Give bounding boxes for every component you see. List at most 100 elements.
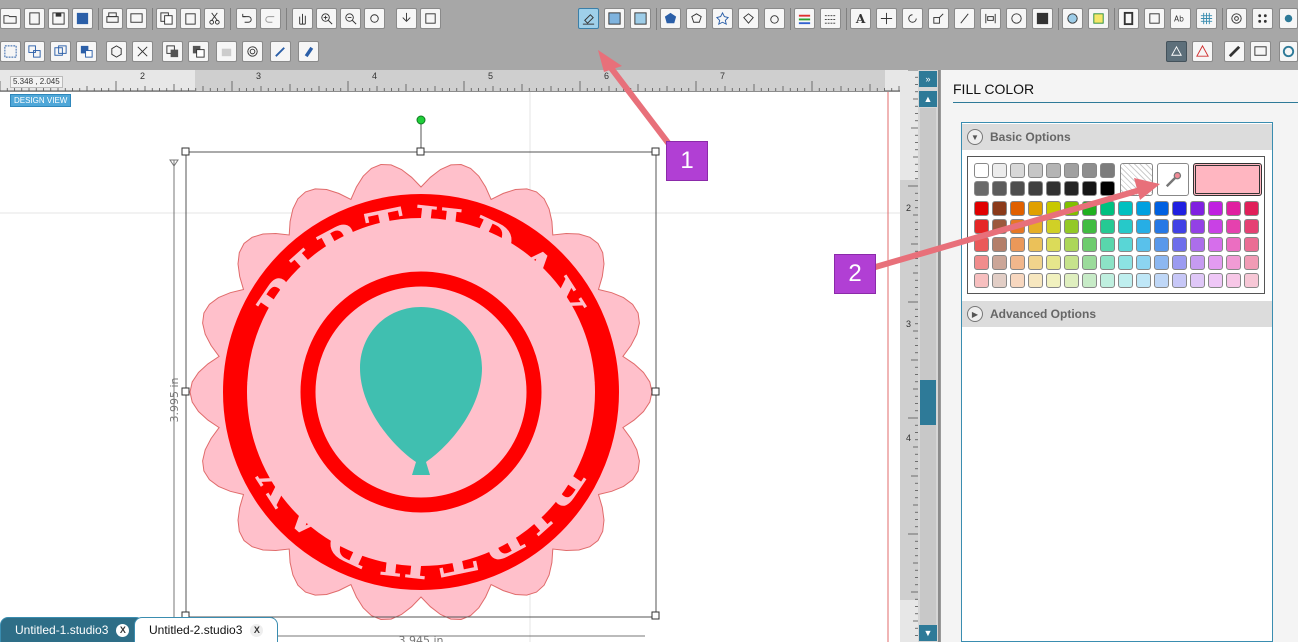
color-swatch[interactable] — [1172, 201, 1187, 216]
color-swatch[interactable] — [1064, 237, 1079, 252]
align-icon[interactable] — [980, 8, 1001, 29]
color-swatch[interactable] — [1226, 273, 1241, 288]
color-swatch[interactable] — [1028, 219, 1043, 234]
dots-icon[interactable] — [1252, 8, 1273, 29]
color-swatch[interactable] — [1154, 273, 1169, 288]
line-color-icon[interactable] — [794, 8, 815, 29]
tab-untitled-2[interactable]: Untitled-2.studio3 X — [134, 617, 279, 642]
color-swatch[interactable] — [1244, 219, 1259, 234]
open-icon[interactable] — [0, 8, 21, 29]
zoom-in-icon[interactable] — [316, 8, 337, 29]
color-swatch[interactable] — [1118, 219, 1133, 234]
color-swatch[interactable] — [974, 219, 989, 234]
color-swatch[interactable] — [1028, 237, 1043, 252]
weld-icon[interactable] — [106, 41, 127, 62]
advanced-options-header[interactable]: ▶ Advanced Options — [962, 301, 1272, 327]
color-swatch[interactable] — [1010, 237, 1025, 252]
color-swatch[interactable] — [1172, 237, 1187, 252]
zoom-selected-icon[interactable] — [364, 8, 385, 29]
save-to-library-icon[interactable] — [72, 8, 93, 29]
rotate-icon[interactable] — [902, 8, 923, 29]
color-swatch[interactable] — [1190, 255, 1205, 270]
color-swatch[interactable] — [1028, 255, 1043, 270]
design-store-icon[interactable] — [1088, 8, 1109, 29]
color-swatch[interactable] — [1136, 237, 1151, 252]
design-canvas[interactable]: DESIGN VIEW BIRTHDAY BIRTHDAY 3.995 in 3… — [0, 92, 900, 642]
cut-icon[interactable] — [204, 8, 225, 29]
new-document-icon[interactable] — [24, 8, 45, 29]
color-swatch[interactable] — [992, 163, 1007, 178]
release-compound-path-icon[interactable] — [76, 41, 97, 62]
color-swatch[interactable] — [1046, 163, 1061, 178]
color-swatch[interactable] — [1100, 273, 1115, 288]
redo-icon[interactable] — [260, 8, 281, 29]
color-swatch[interactable] — [1226, 255, 1241, 270]
color-swatch[interactable] — [1208, 273, 1223, 288]
library-icon[interactable] — [1062, 8, 1083, 29]
scroll-thumb[interactable] — [920, 380, 936, 425]
print-icon[interactable] — [102, 8, 123, 29]
color-swatch[interactable] — [1064, 181, 1079, 196]
color-swatch[interactable] — [1064, 219, 1079, 234]
color-swatch[interactable] — [1064, 255, 1079, 270]
zoom-fit-icon[interactable] — [396, 8, 417, 29]
fill-gradient-icon[interactable] — [604, 8, 625, 29]
color-swatch[interactable] — [1082, 201, 1097, 216]
color-swatch[interactable] — [1046, 255, 1061, 270]
color-swatch[interactable] — [1064, 163, 1079, 178]
text-style-icon[interactable]: A — [850, 8, 871, 29]
color-swatch[interactable] — [1010, 181, 1025, 196]
color-swatch[interactable] — [1118, 237, 1133, 252]
color-swatch[interactable] — [1154, 237, 1169, 252]
zoom-page-icon[interactable] — [420, 8, 441, 29]
color-swatch[interactable] — [1100, 237, 1115, 252]
color-swatch[interactable] — [1046, 201, 1061, 216]
color-swatch[interactable] — [992, 255, 1007, 270]
color-swatch[interactable] — [1028, 201, 1043, 216]
cut-settings-icon[interactable] — [1226, 8, 1247, 29]
panel-collapse-icon[interactable]: » — [919, 71, 937, 87]
offset-icon[interactable] — [686, 8, 707, 29]
scale-icon[interactable] — [928, 8, 949, 29]
color-swatch[interactable] — [1100, 181, 1115, 196]
color-swatch[interactable] — [1136, 201, 1151, 216]
color-swatch[interactable] — [1010, 255, 1025, 270]
color-swatch[interactable] — [1082, 219, 1097, 234]
color-swatch[interactable] — [1064, 273, 1079, 288]
color-swatch[interactable] — [992, 219, 1007, 234]
color-swatch[interactable] — [1136, 273, 1151, 288]
close-tab-icon[interactable]: X — [116, 624, 130, 637]
eraser-icon[interactable] — [298, 41, 319, 62]
shear-icon[interactable] — [954, 8, 975, 29]
color-swatch[interactable] — [992, 201, 1007, 216]
color-swatch[interactable] — [1208, 201, 1223, 216]
group-icon[interactable] — [0, 41, 21, 62]
color-swatch[interactable] — [1046, 237, 1061, 252]
send-icon[interactable] — [126, 8, 147, 29]
color-swatch[interactable] — [1136, 255, 1151, 270]
color-swatch[interactable] — [1208, 255, 1223, 270]
color-swatch[interactable] — [1154, 255, 1169, 270]
fill-pattern-icon[interactable] — [630, 8, 651, 29]
sketch-icon[interactable] — [1224, 41, 1245, 62]
color-swatch[interactable] — [974, 273, 989, 288]
color-swatch[interactable] — [1100, 163, 1115, 178]
vertical-scrollbar[interactable]: » ▲ ▼ — [918, 70, 938, 642]
pixscan-icon[interactable] — [1192, 41, 1213, 62]
save-icon[interactable] — [48, 8, 69, 29]
color-swatch[interactable] — [1172, 219, 1187, 234]
color-swatch[interactable] — [1100, 219, 1115, 234]
color-swatch[interactable] — [1100, 201, 1115, 216]
color-swatch[interactable] — [974, 237, 989, 252]
refresh-icon[interactable] — [1279, 41, 1298, 62]
send-backward-icon[interactable] — [188, 41, 209, 62]
color-swatch[interactable] — [1082, 255, 1097, 270]
color-swatch[interactable] — [1244, 201, 1259, 216]
page-setup-icon[interactable] — [1118, 8, 1139, 29]
color-swatch[interactable] — [1190, 237, 1205, 252]
color-swatch[interactable] — [974, 255, 989, 270]
color-swatch[interactable] — [1208, 219, 1223, 234]
color-swatch[interactable] — [1028, 273, 1043, 288]
modify-icon[interactable] — [764, 8, 785, 29]
color-swatch[interactable] — [1046, 273, 1061, 288]
